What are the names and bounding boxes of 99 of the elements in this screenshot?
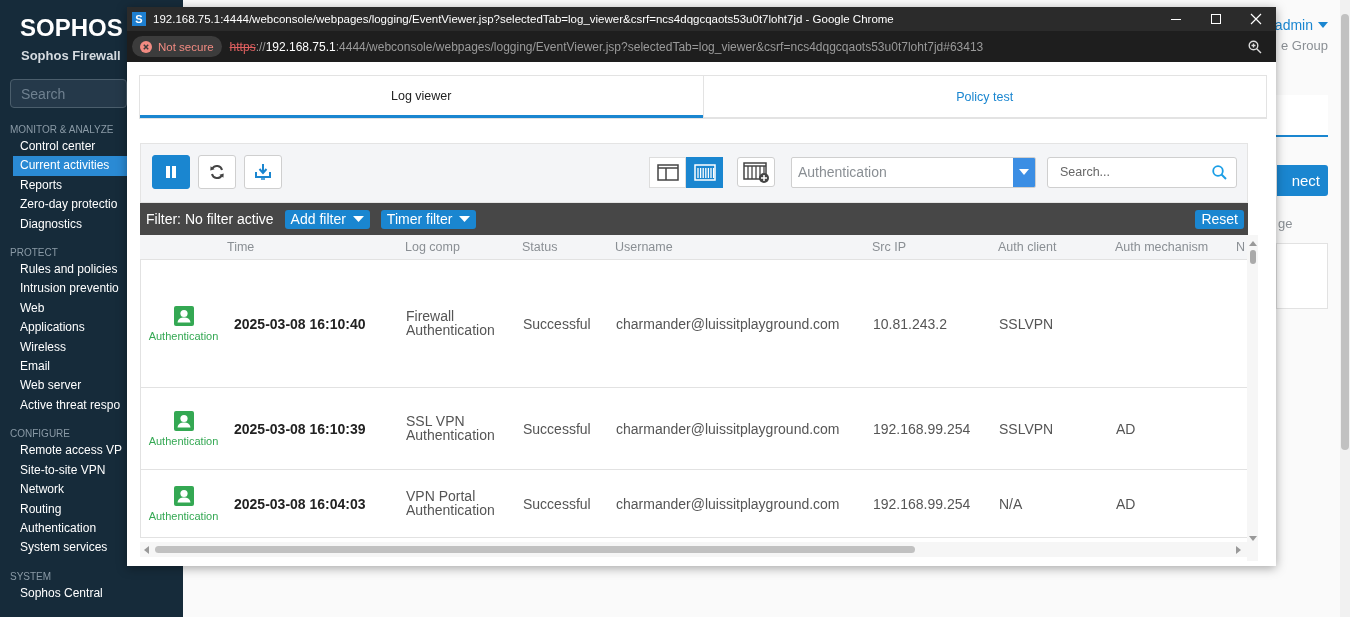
table-cell: 10.81.243.2	[873, 316, 947, 331]
table-cell: AD	[1116, 421, 1136, 436]
table-cell: 192.168.99.254	[873, 421, 971, 436]
column-view-button[interactable]	[686, 156, 723, 188]
maximize-icon	[1210, 13, 1222, 25]
table-cell: N/A	[999, 496, 1023, 511]
user-icon	[173, 410, 194, 431]
sidebar-item[interactable]: Intrusion preventio	[13, 279, 127, 299]
scroll-up-icon	[1248, 241, 1257, 246]
connect-button[interactable]: nect	[1277, 165, 1328, 196]
table-cell-text: VPN Portal Authentication	[406, 488, 496, 517]
sidebar-item[interactable]: Remote access VP	[13, 441, 127, 461]
logo: SOPHOS	[20, 14, 123, 42]
table-row[interactable]: Authentication 2025-03-08 16:10:40 Firewall Authentication Successful charmander@luissitplayground.com 10.81.243.2 SSLVPN	[140, 260, 1247, 388]
scroll-thumb[interactable]	[155, 546, 915, 553]
favicon: S	[132, 12, 146, 26]
add-column-icon	[743, 161, 769, 183]
table-cell: 2025-03-08 16:10:40	[234, 316, 366, 331]
table-cell: AD	[1116, 496, 1136, 511]
sidebar-item[interactable]: Web	[13, 298, 127, 319]
section-heading: CONFIGURE	[10, 428, 71, 440]
columns-icon	[693, 163, 716, 181]
tab[interactable]: Policy test	[702, 76, 1266, 118]
table-cell-text: SSL VPN Authentication	[406, 413, 496, 442]
type-label: Authentication	[148, 329, 219, 342]
table-row[interactable]: Authentication 2025-03-08 16:10:39 SSL VPN Authentication Successful charmander@luissitplayground.com 192.168.99.254 SSLVPN AD	[140, 388, 1247, 470]
filter-button[interactable]: Add filter	[284, 209, 370, 229]
section-heading: SYSTEM	[10, 570, 53, 582]
user-icon	[173, 305, 194, 326]
type-label: Authentication	[148, 434, 219, 447]
panes-icon	[656, 163, 679, 181]
label: ge	[1278, 216, 1293, 231]
address-field[interactable]: https://192.168.75.1:4444/webconsole/webpages/logging/EventViewer.jsp?selectedTab=log_viewer&csrf=ncs4dqgcqaots53u0t7loht7jd#63413	[229, 39, 1248, 54]
table-cell: Successful	[523, 496, 591, 511]
table-cell: charmander@luissitplayground.com	[616, 496, 840, 511]
error-icon	[140, 40, 152, 53]
filter-button[interactable]: Timer filter	[380, 209, 477, 229]
refresh-button[interactable]	[198, 155, 236, 189]
scrollbar[interactable]	[1340, 0, 1350, 617]
sidebar-item[interactable]: Sophos Central	[13, 583, 127, 604]
caret-icon	[459, 216, 471, 222]
scroll-right-icon	[1236, 545, 1241, 554]
table-cell: Successful	[523, 316, 591, 331]
filter-label: Filter: No filter active	[146, 211, 274, 227]
group-label: e Group	[1281, 38, 1328, 53]
split-view-button[interactable]	[649, 156, 686, 188]
sidebar-item[interactable]: Routing	[13, 499, 127, 519]
table-cell: charmander@luissitplayground.com	[616, 421, 840, 436]
table-cell: 2025-03-08 16:10:39	[234, 421, 366, 436]
pause-button[interactable]	[152, 155, 190, 189]
download-button[interactable]	[244, 155, 282, 189]
section-heading: MONITOR & ANALYZE	[10, 124, 115, 135]
table-cell: 192.168.99.254	[873, 496, 971, 511]
sidebar-item[interactable]: Active threat respo	[13, 395, 127, 416]
search-field[interactable]: Search	[10, 79, 127, 108]
sidebar-item[interactable]: Site-to-site VPN	[13, 460, 127, 481]
sidebar-item[interactable]: Zero-day protectio	[13, 195, 127, 215]
reset-button[interactable]: Reset	[1195, 209, 1244, 229]
add-column-button[interactable]	[737, 157, 775, 187]
zoom-icon	[1248, 39, 1262, 54]
table-cell: Successful	[523, 421, 591, 436]
scroll-left-icon	[144, 545, 149, 554]
scroll-thumb[interactable]	[1341, 14, 1349, 450]
section-heading: PROTECT	[10, 247, 59, 259]
table-cell: SSLVPN	[999, 316, 1054, 331]
download-icon	[254, 163, 272, 181]
security-chip[interactable]: Not secure	[132, 36, 222, 57]
caret-icon	[1019, 169, 1029, 175]
refresh-icon	[208, 163, 226, 181]
sidebar-item[interactable]: System services	[13, 538, 127, 558]
scrollbar[interactable]	[140, 542, 1247, 557]
window-title: 192.168.75.1:4444/webconsole/webpages/logging/EventViewer.jsp?selectedTab=log_viewer&csrf=ncs4dqgcqaots53u0t7loht7jd - Google Chrome	[153, 13, 895, 25]
type-label: Authentication	[148, 509, 219, 522]
sidebar-item[interactable]: Applications	[13, 318, 127, 338]
scroll-down-icon	[1248, 536, 1257, 541]
sidebar-item[interactable]: Network	[13, 480, 127, 500]
table-cell: SSLVPN	[999, 421, 1054, 436]
scrollbar[interactable]	[1247, 235, 1258, 561]
sidebar-item[interactable]: Wireless	[13, 337, 127, 358]
sidebar-item[interactable]: Web server	[13, 376, 127, 396]
sidebar-item[interactable]: Email	[13, 357, 127, 377]
table-cell: charmander@luissitplayground.com	[616, 316, 840, 331]
user-menu[interactable]: admin	[1274, 17, 1328, 33]
user-icon	[173, 485, 194, 506]
caret-icon	[352, 216, 364, 222]
search-icon	[1212, 164, 1227, 180]
caret-icon	[1318, 22, 1328, 28]
scroll-thumb[interactable]	[1249, 250, 1256, 264]
sidebar-item[interactable]: Authentication	[13, 518, 127, 539]
close-icon	[1250, 13, 1262, 25]
sidebar-item[interactable]: Control center	[13, 137, 127, 157]
table-cell: 2025-03-08 16:04:03	[234, 496, 366, 511]
sidebar-item[interactable]: Rules and policies	[13, 260, 127, 280]
sidebar-item[interactable]: Reports	[13, 175, 127, 196]
table-row[interactable]: Authentication 2025-03-08 16:04:03 VPN Portal Authentication Successful charmander@luissitplayground.com 192.168.99.254 N/A AD	[140, 470, 1247, 538]
sidebar-item[interactable]: Diagnostics	[13, 214, 127, 235]
table-cell-text: Firewall Authentication	[406, 308, 496, 337]
sidebar-item[interactable]: Current activities	[13, 156, 127, 176]
product-name: Sophos Firewall	[21, 48, 122, 63]
